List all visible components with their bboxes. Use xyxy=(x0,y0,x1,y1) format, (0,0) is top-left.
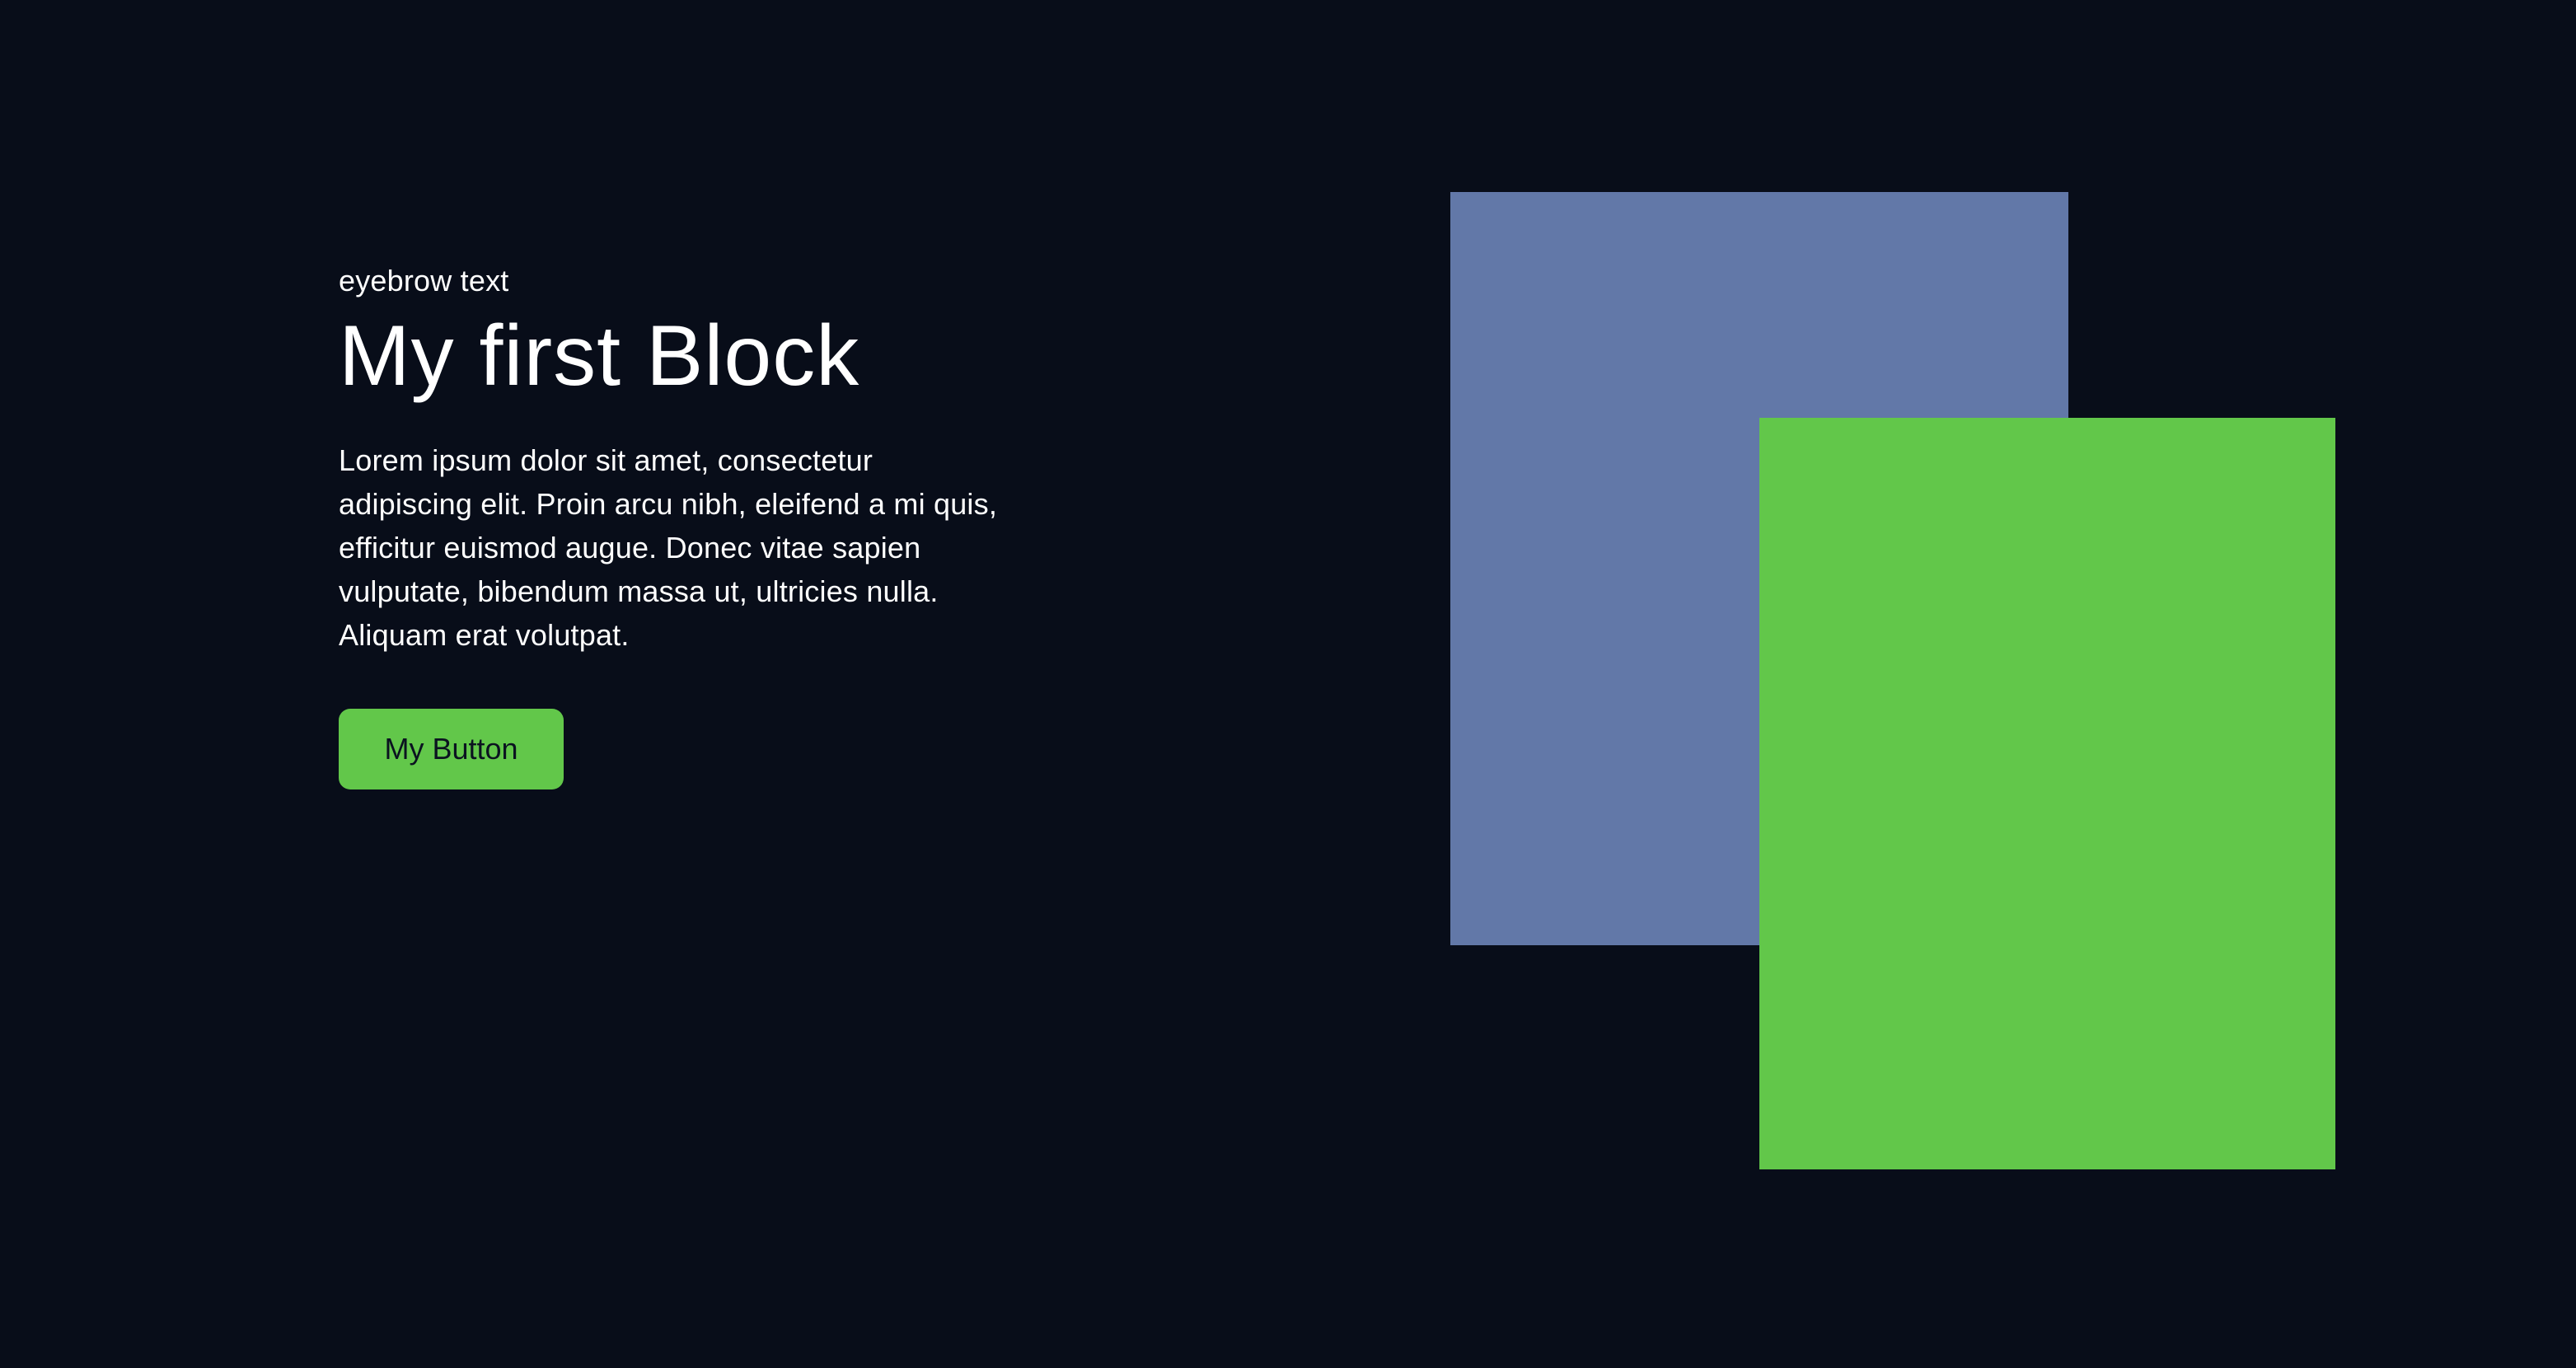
green-panel xyxy=(1759,418,2335,1169)
hero-section: eyebrow text My first Block Lorem ipsum … xyxy=(0,0,2576,1368)
hero-visual xyxy=(0,0,2576,1368)
